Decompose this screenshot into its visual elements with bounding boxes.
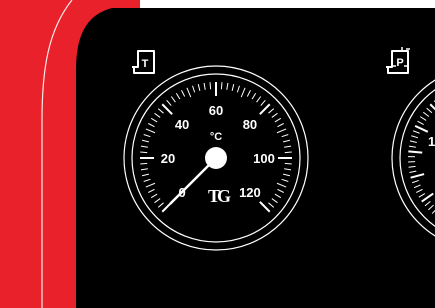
gauge-brand-mark: TG [208,186,231,206]
gauge-scale-label: 60 [209,103,223,118]
gauge-minor-tick [140,162,148,165]
gauge-pointer-hub [205,147,227,169]
gauge-minor-tick [140,151,148,154]
gauge-panel: T P 020406080100120 °C TG 1 [0,0,435,308]
gauge-scale-label: 20 [161,151,175,166]
gauge-unit: °C [210,131,222,143]
gauge-minor-tick [284,151,292,154]
pressure-icon-letter: P [396,57,403,69]
pressure-major-tick [408,150,423,154]
gauge-minor-tick [284,162,292,165]
gauge-scale-label: 120 [239,185,261,200]
gauge-minor-tick [220,82,223,90]
gauge-scale-label: 40 [175,117,189,132]
gauge-scale-label: 80 [243,117,257,132]
gauge-scale-label: 100 [253,151,275,166]
pressure-scale-label: 1 [428,134,435,149]
thermometer-icon-letter: T [142,58,149,70]
gauge-minor-tick [209,82,212,90]
